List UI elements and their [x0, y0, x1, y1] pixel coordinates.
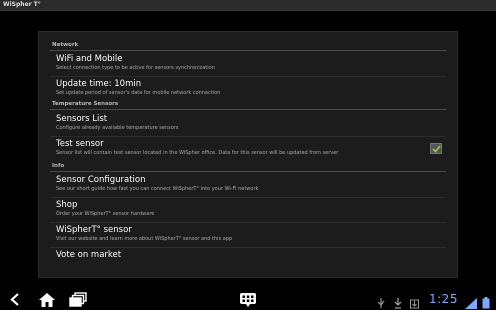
- pref-title: WiSpherT° sensor: [56, 225, 132, 235]
- pref-test-sensor[interactable]: Test sensor Sensor list will contain tes…: [56, 139, 338, 156]
- pref-sensor-configuration[interactable]: Sensor Configuration See our short guide…: [56, 175, 258, 192]
- pref-title: Sensor Configuration: [56, 175, 146, 185]
- pref-summary: See our short guide how fast you can con…: [56, 186, 259, 192]
- pref-summary: Visit our website and learn more about W…: [56, 236, 233, 242]
- pref-title: Vote on market: [56, 250, 122, 260]
- pref-update-time[interactable]: Update time: 10min Set update period of …: [56, 79, 220, 96]
- divider: [50, 197, 446, 198]
- category-network: Network: [52, 42, 79, 48]
- divider: [50, 76, 446, 77]
- pref-summary: Order your WiSpherT° sensor hardware: [56, 211, 155, 217]
- category-info: Info: [52, 163, 65, 169]
- system-navigation-bar: 1:25: [0, 289, 496, 310]
- test-sensor-checkbox[interactable]: [430, 143, 442, 154]
- back-arrow-icon[interactable]: [6, 291, 26, 308]
- category-temperature: Temperature Sensors: [52, 101, 119, 107]
- pref-summary: Configure already available temperature …: [56, 125, 179, 131]
- pref-summary: Set update period of sensor's data for m…: [56, 90, 221, 96]
- category-divider: [50, 109, 446, 110]
- pref-sensors-list[interactable]: Sensors List Configure already available…: [56, 114, 178, 131]
- battery-icon: [482, 294, 490, 310]
- app-title: WiSpher T°: [3, 1, 41, 8]
- pref-vote-market[interactable]: Vote on market: [56, 250, 121, 260]
- recent-apps-icon[interactable]: [68, 291, 88, 308]
- pref-wifi-mobile[interactable]: WiFi and Mobile Select connection type t…: [56, 54, 215, 71]
- settings-panel: Network WiFi and Mobile Select connectio…: [38, 31, 458, 278]
- wifi-signal-icon: [465, 294, 477, 310]
- download-icon: [394, 294, 402, 310]
- pref-title: Test sensor: [56, 139, 104, 149]
- home-icon[interactable]: [37, 291, 57, 308]
- pref-title: WiFi and Mobile: [56, 54, 123, 64]
- category-divider: [50, 171, 446, 172]
- pref-summary: Select connection type to be active for …: [56, 65, 215, 71]
- pref-title: Shop: [56, 200, 78, 210]
- pref-title: Sensors List: [56, 114, 108, 124]
- usb-icon: [377, 294, 385, 310]
- category-divider: [50, 50, 446, 51]
- pref-about-sensor[interactable]: WiSpherT° sensor Visit our website and l…: [56, 225, 232, 242]
- download-icon: [410, 294, 419, 310]
- divider: [50, 136, 446, 137]
- pref-shop[interactable]: Shop Order your WiSpherT° sensor hardwar…: [56, 200, 154, 217]
- pref-summary: Sensor list will contain test sensor loc…: [56, 150, 339, 156]
- title-bar: WiSpher T°: [0, 0, 496, 11]
- check-icon: [432, 145, 441, 153]
- menu-icon[interactable]: [238, 291, 258, 308]
- status-clock: 1:25: [429, 292, 458, 306]
- pref-title: Update time: 10min: [56, 79, 142, 89]
- divider: [50, 247, 446, 248]
- divider: [50, 222, 446, 223]
